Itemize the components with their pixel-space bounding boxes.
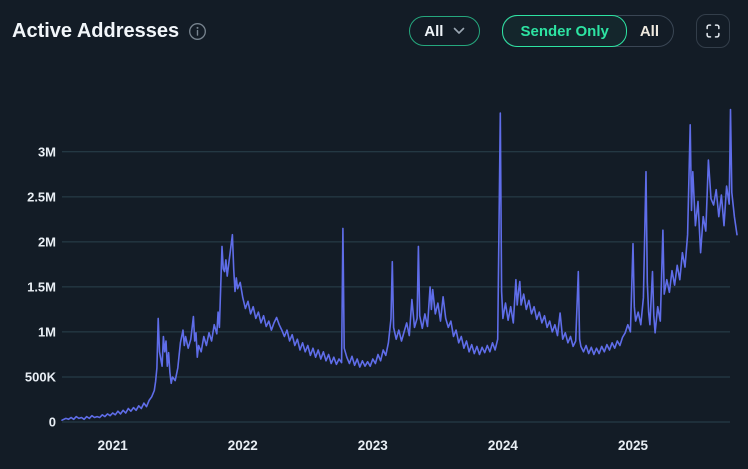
page-title: Active Addresses bbox=[12, 20, 179, 43]
header-controls: All Sender Only All bbox=[409, 14, 730, 48]
x-axis-tick-label: 2023 bbox=[358, 438, 389, 453]
y-axis-tick-label: 500K bbox=[25, 370, 57, 385]
y-axis-tick-label: 1.5M bbox=[27, 279, 56, 294]
time-range-dropdown[interactable]: All bbox=[409, 16, 480, 46]
x-axis-tick-label: 2025 bbox=[618, 438, 649, 453]
x-axis-tick-label: 2024 bbox=[488, 438, 519, 453]
info-icon[interactable] bbox=[188, 22, 207, 41]
time-range-value: All bbox=[424, 23, 443, 40]
y-axis-tick-label: 2.5M bbox=[27, 189, 56, 204]
address-type-toggle: Sender Only All bbox=[502, 15, 674, 47]
active-addresses-panel: Active Addresses All Sender Only bbox=[0, 0, 748, 469]
x-axis-tick-label: 2022 bbox=[228, 438, 258, 453]
y-axis-tick-label: 2M bbox=[38, 234, 56, 249]
chart-header: Active Addresses All Sender Only bbox=[0, 0, 748, 69]
fullscreen-button[interactable] bbox=[696, 14, 730, 48]
chevron-down-icon bbox=[453, 27, 465, 35]
x-axis-tick-label: 2021 bbox=[98, 438, 129, 453]
line-chart[interactable]: 3M 2.5M 2M 1.5M 1M 500K 0 2021 2022 2023 2024 2025 bbox=[0, 69, 748, 469]
toggle-option-all[interactable]: All bbox=[626, 15, 673, 47]
series-line bbox=[62, 110, 737, 421]
y-axis-tick-label: 3M bbox=[38, 144, 56, 159]
toggle-option-sender-only[interactable]: Sender Only bbox=[502, 15, 626, 47]
chart-canvas[interactable]: 3M 2.5M 2M 1.5M 1M 500K 0 2021 2022 2023 2024 2025 bbox=[0, 69, 748, 469]
y-axis-tick-label: 0 bbox=[49, 415, 56, 430]
y-axis-tick-label: 1M bbox=[38, 324, 56, 339]
fullscreen-icon bbox=[704, 22, 722, 40]
